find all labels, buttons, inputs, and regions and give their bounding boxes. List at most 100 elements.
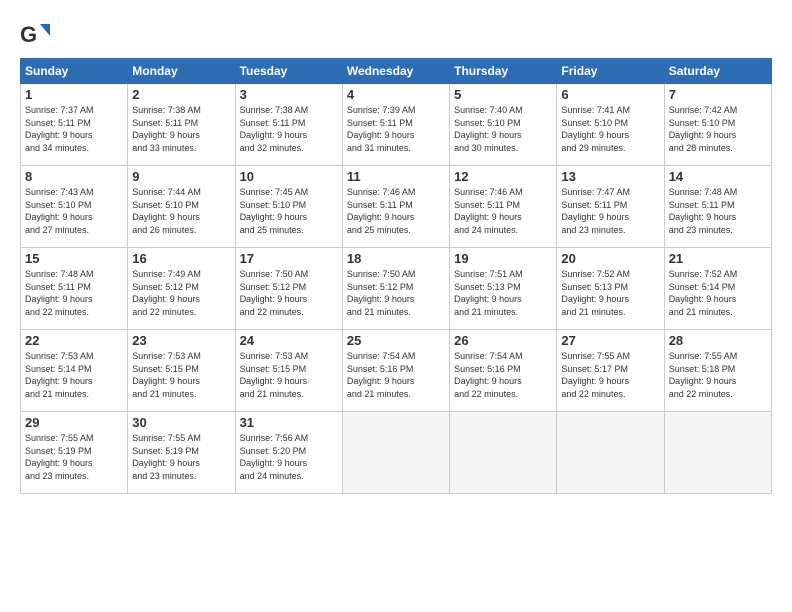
day-info: Sunrise: 7:48 AM Sunset: 5:11 PM Dayligh…	[669, 186, 767, 236]
day-info: Sunrise: 7:53 AM Sunset: 5:15 PM Dayligh…	[240, 350, 338, 400]
day-info: Sunrise: 7:43 AM Sunset: 5:10 PM Dayligh…	[25, 186, 123, 236]
calendar-cell: 25 Sunrise: 7:54 AM Sunset: 5:16 PM Dayli…	[342, 330, 449, 412]
calendar-cell: 12Sunrise: 7:46 AM Sunset: 5:11 PM Dayli…	[450, 166, 557, 248]
calendar-cell: 18 Sunrise: 7:50 AM Sunset: 5:12 PM Dayli…	[342, 248, 449, 330]
calendar-table: SundayMondayTuesdayWednesdayThursdayFrid…	[20, 58, 772, 494]
calendar-cell: 30 Sunrise: 7:55 AM Sunset: 5:19 PM Dayli…	[128, 412, 235, 494]
day-number: 10	[240, 169, 338, 184]
day-info: Sunrise: 7:41 AM Sunset: 5:10 PM Dayligh…	[561, 104, 659, 154]
calendar-cell: 14Sunrise: 7:48 AM Sunset: 5:11 PM Dayli…	[664, 166, 771, 248]
calendar-cell: 26Sunrise: 7:54 AM Sunset: 5:16 PM Dayli…	[450, 330, 557, 412]
calendar-cell: 8 Sunrise: 7:43 AM Sunset: 5:10 PM Daylig…	[21, 166, 128, 248]
day-info: Sunrise: 7:55 AM Sunset: 5:19 PM Dayligh…	[132, 432, 230, 482]
day-number: 24	[240, 333, 338, 348]
svg-text:G: G	[20, 22, 37, 47]
calendar-cell	[557, 412, 664, 494]
day-info: Sunrise: 7:39 AM Sunset: 5:11 PM Dayligh…	[347, 104, 445, 154]
weekday-header-wednesday: Wednesday	[342, 59, 449, 84]
day-info: Sunrise: 7:52 AM Sunset: 5:13 PM Dayligh…	[561, 268, 659, 318]
day-number: 8	[25, 169, 123, 184]
calendar-cell: 11 Sunrise: 7:46 AM Sunset: 5:11 PM Dayli…	[342, 166, 449, 248]
calendar-cell: 15 Sunrise: 7:48 AM Sunset: 5:11 PM Dayli…	[21, 248, 128, 330]
day-number: 2	[132, 87, 230, 102]
day-number: 9	[132, 169, 230, 184]
day-info: Sunrise: 7:38 AM Sunset: 5:11 PM Dayligh…	[132, 104, 230, 154]
calendar-cell: 3Sunrise: 7:38 AM Sunset: 5:11 PM Daylig…	[235, 84, 342, 166]
day-info: Sunrise: 7:54 AM Sunset: 5:16 PM Dayligh…	[347, 350, 445, 400]
calendar-cell: 23 Sunrise: 7:53 AM Sunset: 5:15 PM Dayli…	[128, 330, 235, 412]
day-info: Sunrise: 7:48 AM Sunset: 5:11 PM Dayligh…	[25, 268, 123, 318]
day-info: Sunrise: 7:55 AM Sunset: 5:18 PM Dayligh…	[669, 350, 767, 400]
day-number: 27	[561, 333, 659, 348]
day-info: Sunrise: 7:42 AM Sunset: 5:10 PM Dayligh…	[669, 104, 767, 154]
calendar-cell: 13 Sunrise: 7:47 AM Sunset: 5:11 PM Dayli…	[557, 166, 664, 248]
day-number: 11	[347, 169, 445, 184]
day-info: Sunrise: 7:40 AM Sunset: 5:10 PM Dayligh…	[454, 104, 552, 154]
day-number: 23	[132, 333, 230, 348]
day-info: Sunrise: 7:53 AM Sunset: 5:15 PM Dayligh…	[132, 350, 230, 400]
day-info: Sunrise: 7:50 AM Sunset: 5:12 PM Dayligh…	[240, 268, 338, 318]
weekday-header-row: SundayMondayTuesdayWednesdayThursdayFrid…	[21, 59, 772, 84]
day-number: 19	[454, 251, 552, 266]
calendar-cell: 20 Sunrise: 7:52 AM Sunset: 5:13 PM Dayli…	[557, 248, 664, 330]
logo: G	[20, 18, 54, 50]
day-info: Sunrise: 7:55 AM Sunset: 5:17 PM Dayligh…	[561, 350, 659, 400]
day-number: 15	[25, 251, 123, 266]
weekday-header-monday: Monday	[128, 59, 235, 84]
calendar-cell: 21 Sunrise: 7:52 AM Sunset: 5:14 PM Dayli…	[664, 248, 771, 330]
day-number: 22	[25, 333, 123, 348]
day-number: 28	[669, 333, 767, 348]
day-number: 30	[132, 415, 230, 430]
calendar-cell	[342, 412, 449, 494]
calendar-cell: 4 Sunrise: 7:39 AM Sunset: 5:11 PM Daylig…	[342, 84, 449, 166]
day-number: 18	[347, 251, 445, 266]
calendar-cell: 27 Sunrise: 7:55 AM Sunset: 5:17 PM Dayli…	[557, 330, 664, 412]
day-number: 20	[561, 251, 659, 266]
week-row-4: 22 Sunrise: 7:53 AM Sunset: 5:14 PM Dayli…	[21, 330, 772, 412]
day-number: 25	[347, 333, 445, 348]
calendar-cell	[664, 412, 771, 494]
calendar-cell: 17 Sunrise: 7:50 AM Sunset: 5:12 PM Dayli…	[235, 248, 342, 330]
week-row-5: 29 Sunrise: 7:55 AM Sunset: 5:19 PM Dayli…	[21, 412, 772, 494]
day-info: Sunrise: 7:45 AM Sunset: 5:10 PM Dayligh…	[240, 186, 338, 236]
day-info: Sunrise: 7:56 AM Sunset: 5:20 PM Dayligh…	[240, 432, 338, 482]
calendar-cell: 5Sunrise: 7:40 AM Sunset: 5:10 PM Daylig…	[450, 84, 557, 166]
day-info: Sunrise: 7:52 AM Sunset: 5:14 PM Dayligh…	[669, 268, 767, 318]
day-number: 1	[25, 87, 123, 102]
calendar-cell	[450, 412, 557, 494]
weekday-header-thursday: Thursday	[450, 59, 557, 84]
header: G	[20, 18, 772, 50]
day-number: 17	[240, 251, 338, 266]
day-info: Sunrise: 7:46 AM Sunset: 5:11 PM Dayligh…	[347, 186, 445, 236]
day-number: 13	[561, 169, 659, 184]
day-info: Sunrise: 7:49 AM Sunset: 5:12 PM Dayligh…	[132, 268, 230, 318]
calendar-cell: 19 Sunrise: 7:51 AM Sunset: 5:13 PM Dayli…	[450, 248, 557, 330]
weekday-header-tuesday: Tuesday	[235, 59, 342, 84]
day-info: Sunrise: 7:38 AM Sunset: 5:11 PM Dayligh…	[240, 104, 338, 154]
calendar-cell: 29Sunrise: 7:55 AM Sunset: 5:19 PM Dayli…	[21, 412, 128, 494]
day-number: 4	[347, 87, 445, 102]
day-number: 29	[25, 415, 123, 430]
day-number: 7	[669, 87, 767, 102]
logo-icon: G	[20, 18, 52, 50]
day-info: Sunrise: 7:53 AM Sunset: 5:14 PM Dayligh…	[25, 350, 123, 400]
calendar-cell: 6Sunrise: 7:41 AM Sunset: 5:10 PM Daylig…	[557, 84, 664, 166]
day-info: Sunrise: 7:46 AM Sunset: 5:11 PM Dayligh…	[454, 186, 552, 236]
week-row-2: 8 Sunrise: 7:43 AM Sunset: 5:10 PM Daylig…	[21, 166, 772, 248]
day-number: 31	[240, 415, 338, 430]
calendar-cell: 24 Sunrise: 7:53 AM Sunset: 5:15 PM Dayli…	[235, 330, 342, 412]
day-info: Sunrise: 7:50 AM Sunset: 5:12 PM Dayligh…	[347, 268, 445, 318]
calendar-cell: 22 Sunrise: 7:53 AM Sunset: 5:14 PM Dayli…	[21, 330, 128, 412]
day-info: Sunrise: 7:44 AM Sunset: 5:10 PM Dayligh…	[132, 186, 230, 236]
day-number: 21	[669, 251, 767, 266]
weekday-header-sunday: Sunday	[21, 59, 128, 84]
week-row-3: 15 Sunrise: 7:48 AM Sunset: 5:11 PM Dayli…	[21, 248, 772, 330]
day-info: Sunrise: 7:47 AM Sunset: 5:11 PM Dayligh…	[561, 186, 659, 236]
day-info: Sunrise: 7:51 AM Sunset: 5:13 PM Dayligh…	[454, 268, 552, 318]
weekday-header-saturday: Saturday	[664, 59, 771, 84]
page: G SundayMondayTuesdayWednesdayThursdayFr…	[0, 0, 792, 612]
calendar-cell: 28 Sunrise: 7:55 AM Sunset: 5:18 PM Dayli…	[664, 330, 771, 412]
day-number: 16	[132, 251, 230, 266]
calendar-cell: 7 Sunrise: 7:42 AM Sunset: 5:10 PM Daylig…	[664, 84, 771, 166]
weekday-header-friday: Friday	[557, 59, 664, 84]
